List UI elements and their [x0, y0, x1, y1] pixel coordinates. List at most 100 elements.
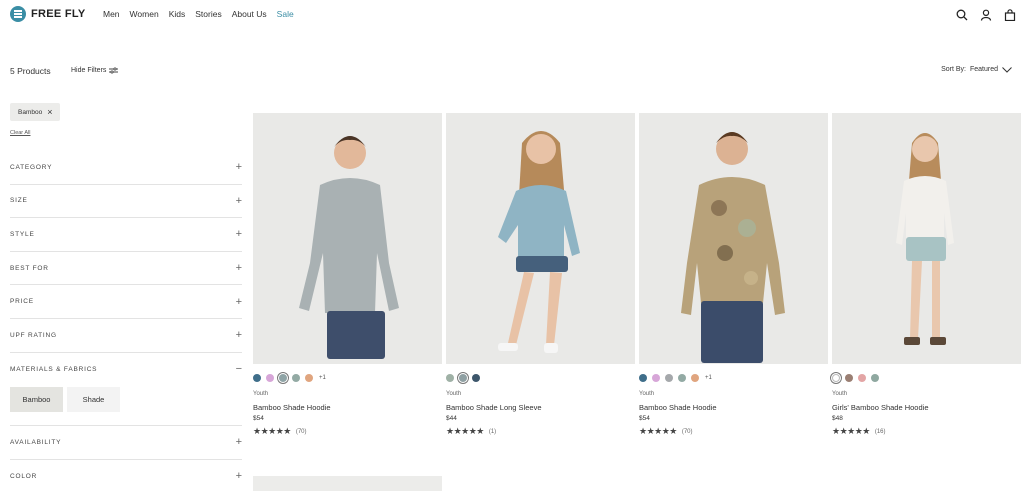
filter-label: SIZE — [10, 197, 28, 205]
more-colors-count[interactable]: +1 — [319, 375, 326, 381]
brand-name: FREE FLY — [31, 8, 86, 20]
sort-label: Sort By: — [941, 66, 966, 73]
product-card[interactable]: Youth Girls' Bamboo Shade Hoodie $48 ★★★… — [832, 113, 1021, 437]
product-name[interactable]: Girls' Bamboo Shade Hoodie — [832, 403, 1021, 412]
hide-filters-button[interactable]: Hide Filters — [71, 67, 119, 74]
plus-icon: + — [235, 295, 242, 308]
plus-icon: + — [235, 161, 242, 174]
color-swatch[interactable] — [292, 374, 300, 382]
review-count: (70) — [295, 428, 307, 435]
nav-item-sale[interactable]: Sale — [277, 9, 294, 19]
hide-filters-label: Hide Filters — [71, 67, 107, 74]
filter-label: BEST FOR — [10, 264, 49, 272]
filter-upf-rating[interactable]: UPF RATING + — [10, 319, 242, 353]
product-image[interactable] — [446, 113, 635, 364]
filter-size[interactable]: SIZE + — [10, 185, 242, 219]
color-swatch[interactable] — [253, 374, 261, 382]
search-icon[interactable] — [956, 8, 968, 21]
product-category: Youth — [639, 391, 655, 397]
color-swatch-selected[interactable] — [832, 374, 840, 382]
color-swatch[interactable] — [472, 374, 480, 382]
product-price: $54 — [253, 415, 264, 422]
color-swatches: +1 — [253, 373, 442, 383]
product-image[interactable] — [832, 113, 1021, 364]
color-swatch[interactable] — [266, 374, 274, 382]
color-swatch-selected[interactable] — [279, 374, 287, 382]
color-swatches — [832, 373, 1021, 383]
product-price: $44 — [446, 415, 457, 422]
header-icons — [944, 8, 1016, 22]
filter-price[interactable]: PRICE + — [10, 285, 242, 319]
brand-logo[interactable]: FREE FLY — [10, 6, 86, 22]
account-icon[interactable] — [980, 8, 992, 21]
nav-item-stories[interactable]: Stories — [195, 9, 221, 19]
filter-label: AVAILABILITY — [10, 438, 62, 446]
filter-label: PRICE — [10, 298, 34, 306]
product-card[interactable]: +1 Youth Bamboo Shade Hoodie $54 ★★★★★ (… — [253, 113, 442, 437]
active-filter-label: Bamboo — [18, 108, 43, 116]
filter-color[interactable]: COLOR + — [10, 460, 242, 491]
product-image[interactable] — [253, 113, 442, 364]
more-colors-count[interactable]: +1 — [705, 375, 712, 381]
color-swatch[interactable] — [871, 374, 879, 382]
filter-adjust-icon — [109, 67, 119, 74]
color-swatch[interactable] — [858, 374, 866, 382]
product-category: Youth — [446, 391, 462, 397]
color-swatches — [446, 373, 635, 383]
product-price: $54 — [639, 415, 650, 422]
material-option-shade[interactable]: Shade — [67, 387, 120, 413]
color-swatch[interactable] — [845, 374, 853, 382]
product-category: Youth — [832, 391, 848, 397]
nav-item-women[interactable]: Women — [130, 9, 159, 19]
product-image[interactable] — [639, 113, 828, 364]
color-swatch[interactable] — [665, 374, 673, 382]
filter-materials-fabrics[interactable]: MATERIALS & FABRICS − — [10, 353, 242, 387]
product-card-partial[interactable] — [253, 476, 442, 491]
rating-stars-icon: ★★★★★ — [639, 426, 677, 436]
rating-stars-icon: ★★★★★ — [832, 426, 870, 436]
plus-icon: + — [235, 329, 242, 342]
nav-item-men[interactable]: Men — [103, 9, 120, 19]
main-nav: Men Women Kids Stories About Us Sale — [103, 9, 304, 19]
color-swatch[interactable] — [652, 374, 660, 382]
color-swatch[interactable] — [446, 374, 454, 382]
material-option-bamboo[interactable]: Bamboo — [10, 387, 63, 413]
filter-best-for[interactable]: BEST FOR + — [10, 252, 242, 286]
color-swatch[interactable] — [678, 374, 686, 382]
close-icon[interactable]: × — [47, 107, 52, 117]
rating-stars-icon: ★★★★★ — [253, 426, 291, 436]
product-card[interactable]: Youth Bamboo Shade Long Sleeve $44 ★★★★★… — [446, 113, 635, 437]
cart-icon[interactable] — [1004, 8, 1016, 22]
filter-style[interactable]: STYLE + — [10, 218, 242, 252]
plus-icon: + — [235, 470, 242, 483]
filter-label: MATERIALS & FABRICS — [10, 365, 98, 373]
nav-item-kids[interactable]: Kids — [169, 9, 186, 19]
filter-label: CATEGORY — [10, 163, 53, 171]
product-card[interactable]: +1 Youth Bamboo Shade Hoodie $54 ★★★★★ (… — [639, 113, 828, 437]
sort-value: Featured — [969, 66, 998, 73]
sort-dropdown[interactable]: Sort By: Featured — [941, 66, 1012, 73]
product-name[interactable]: Bamboo Shade Hoodie — [639, 403, 828, 412]
nav-item-about-us[interactable]: About Us — [232, 9, 267, 19]
rating-stars-icon: ★★★★★ — [446, 426, 484, 436]
chevron-down-icon — [1002, 66, 1012, 73]
clear-all-link[interactable]: Clear All — [10, 130, 30, 136]
product-rating: ★★★★★ (16) — [832, 426, 1021, 437]
active-filter-chip[interactable]: Bamboo × — [10, 103, 61, 121]
product-name[interactable]: Bamboo Shade Hoodie — [253, 403, 442, 412]
product-photo-boy-camo-hoodie — [681, 132, 785, 363]
color-swatch[interactable] — [639, 374, 647, 382]
product-rating: ★★★★★ (1) — [446, 426, 635, 437]
product-rating: ★★★★★ (70) — [253, 426, 442, 437]
product-price: $48 — [832, 415, 843, 422]
filter-category[interactable]: CATEGORY + — [10, 151, 242, 185]
color-swatch-selected[interactable] — [459, 374, 467, 382]
color-swatch[interactable] — [305, 374, 313, 382]
minus-icon: − — [235, 363, 242, 376]
filter-label: COLOR — [10, 472, 38, 480]
filter-availability[interactable]: AVAILABILITY + — [10, 426, 242, 460]
color-swatches: +1 — [639, 373, 828, 383]
color-swatch[interactable] — [691, 374, 699, 382]
product-name[interactable]: Bamboo Shade Long Sleeve — [446, 403, 635, 412]
review-count: (1) — [488, 428, 497, 435]
